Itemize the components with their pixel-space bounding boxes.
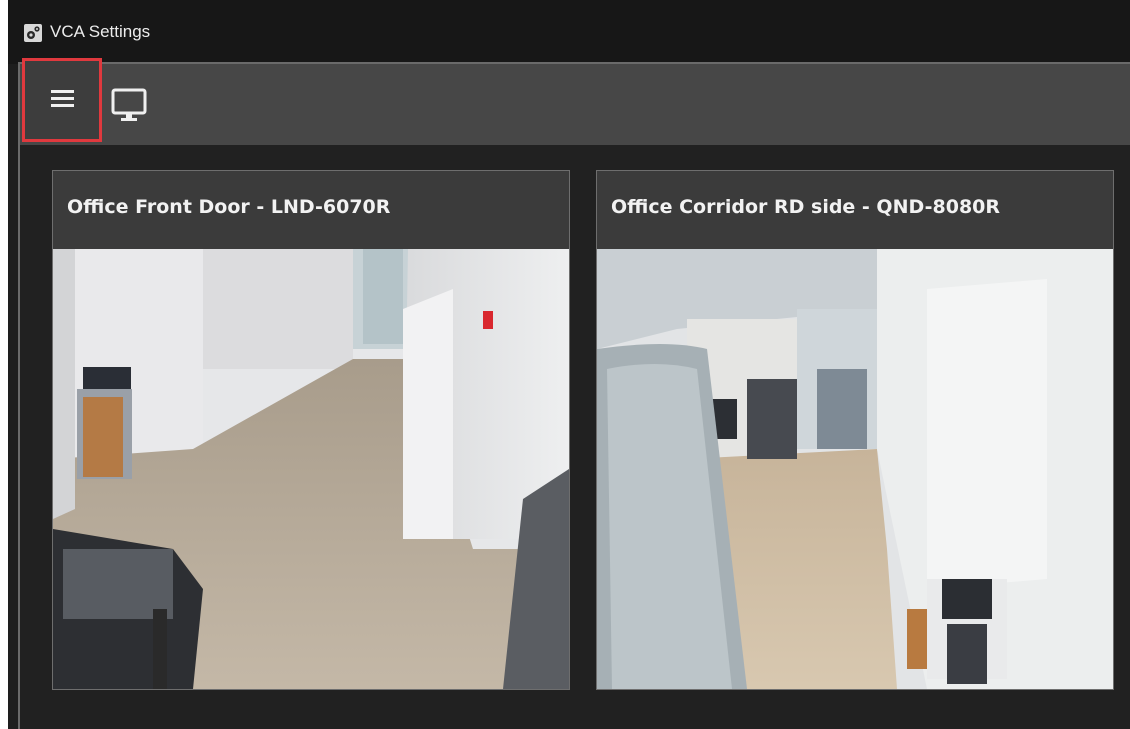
window-edge <box>0 0 8 729</box>
camera-title: Office Front Door - LND-6070R <box>67 196 391 218</box>
vca-settings-window: VCA Settings Office Front Door - LND-607… <box>0 0 1130 729</box>
monitor-icon <box>111 88 147 121</box>
camera-title: Office Corridor RD side - QND-8080R <box>611 196 1001 218</box>
menu-button[interactable] <box>22 58 102 142</box>
camera-feed-image <box>53 249 569 689</box>
title-bar: VCA Settings <box>8 0 1130 64</box>
camera-feed-image <box>597 249 1113 689</box>
camera-tile[interactable]: Office Corridor RD side - QND-8080R <box>596 170 1114 690</box>
window-title: VCA Settings <box>50 22 151 41</box>
hamburger-menu-icon <box>51 90 74 107</box>
toolbar <box>20 58 1130 145</box>
camera-tile-header: Office Front Door - LND-6070R <box>53 171 569 249</box>
monitor-button[interactable] <box>110 86 150 126</box>
camera-grid: Office Front Door - LND-6070R Office Cor… <box>20 145 1130 729</box>
camera-tile[interactable]: Office Front Door - LND-6070R <box>52 170 570 690</box>
camera-tile-header: Office Corridor RD side - QND-8080R <box>597 171 1113 249</box>
settings-gears-icon <box>24 24 42 42</box>
